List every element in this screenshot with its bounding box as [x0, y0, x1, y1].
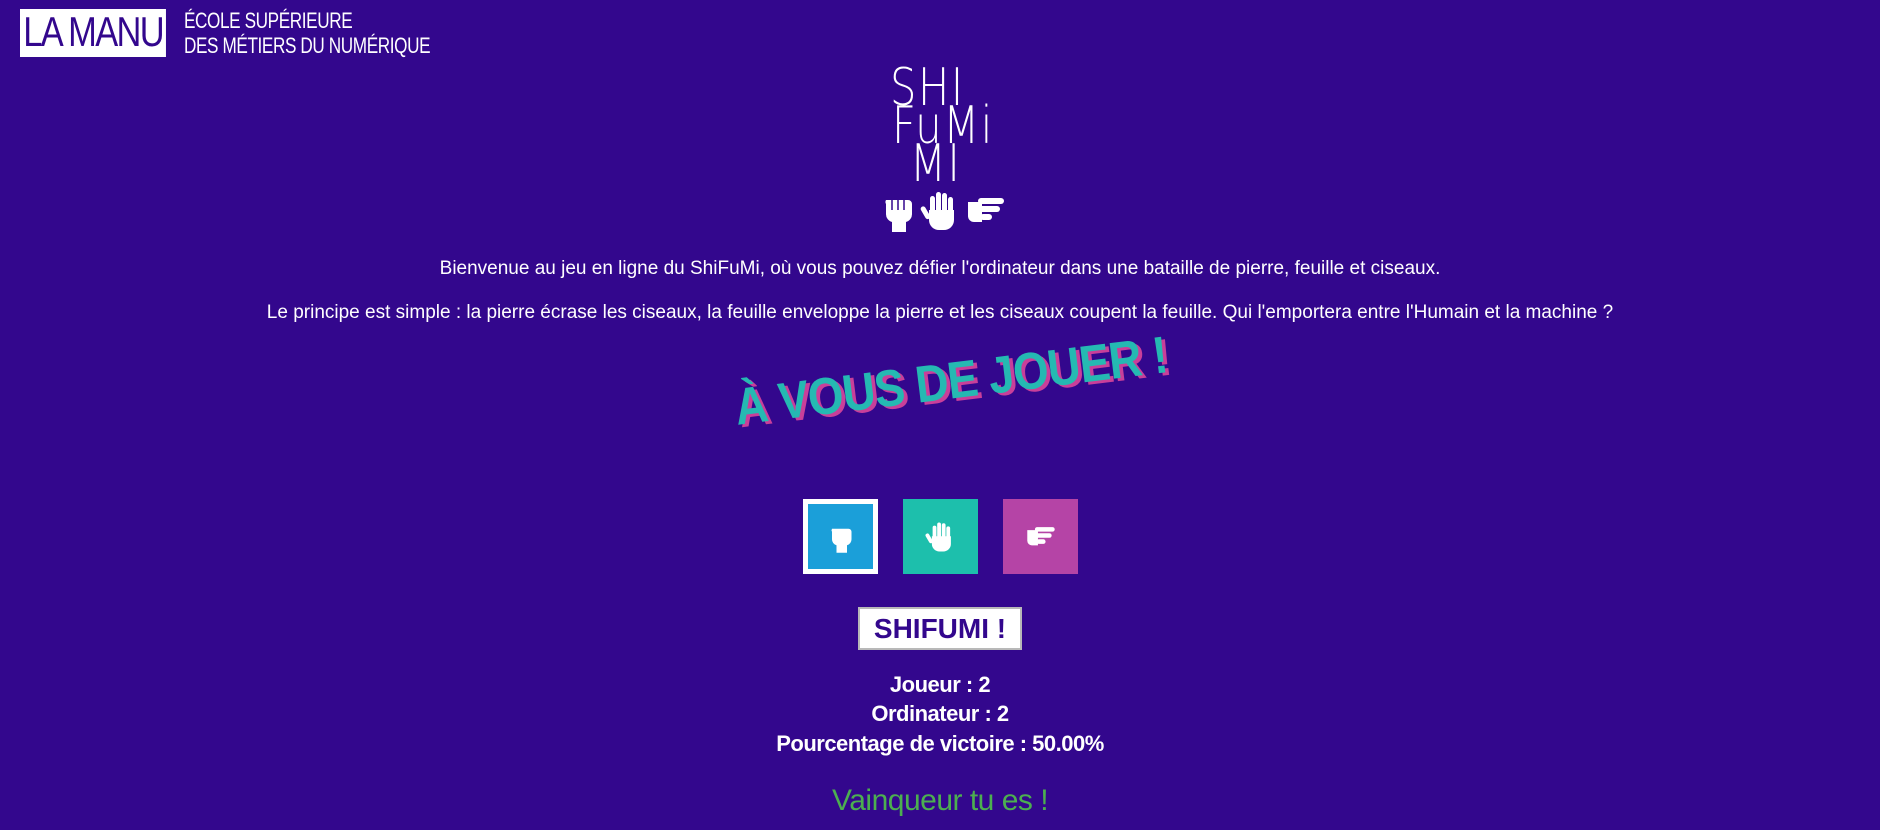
brand-main: LA MANU: [20, 9, 167, 57]
brand-subtitle-line2: DES MÉTIERS DU NUMÉRIQUE: [184, 33, 431, 58]
fist-icon: [885, 200, 913, 232]
logo-hands: [878, 190, 1008, 232]
open-hand-icon: [925, 522, 951, 551]
scissors-hand-icon: [968, 198, 1004, 222]
intro-text-2: Le principe est simple : la pierre écras…: [266, 302, 1614, 323]
intro-text-1: Bienvenue au jeu en ligne du ShiFuMi, où…: [439, 258, 1441, 279]
computer-score: Ordinateur : 2: [871, 701, 1009, 726]
brand-subtitle: ÉCOLE SUPÉRIEURE DES MÉTIERS DU NUMÉRIQU…: [184, 8, 431, 58]
shifumi-button[interactable]: SHIFUMI !: [858, 607, 1022, 650]
win-rate: Pourcentage de victoire : 50.00%: [776, 731, 1104, 756]
brand-subtitle-line1: ÉCOLE SUPÉRIEURE: [184, 8, 353, 33]
rock-button[interactable]: [803, 499, 878, 574]
result-message: Vainqueur tu es !: [831, 784, 1049, 817]
brand-logo[interactable]: LA MANU ÉCOLE SUPÉRIEURE DES MÉTIERS DU …: [20, 8, 500, 58]
logo-line-3: MI: [910, 134, 962, 194]
player-score: Joueur : 2: [889, 672, 991, 697]
scissors-button[interactable]: [1003, 499, 1078, 574]
fist-icon: [831, 528, 852, 553]
choice-buttons: [803, 499, 1078, 574]
play-title: À VOUS DE JOUER !: [731, 326, 1171, 437]
open-hand-icon: [920, 192, 954, 230]
scissors-hand-icon: [1026, 526, 1055, 545]
shifumi-logo: SHI FuMi MI: [870, 62, 1010, 232]
paper-button[interactable]: [903, 499, 978, 574]
page: LA MANU ÉCOLE SUPÉRIEURE DES MÉTIERS DU …: [0, 0, 1880, 830]
